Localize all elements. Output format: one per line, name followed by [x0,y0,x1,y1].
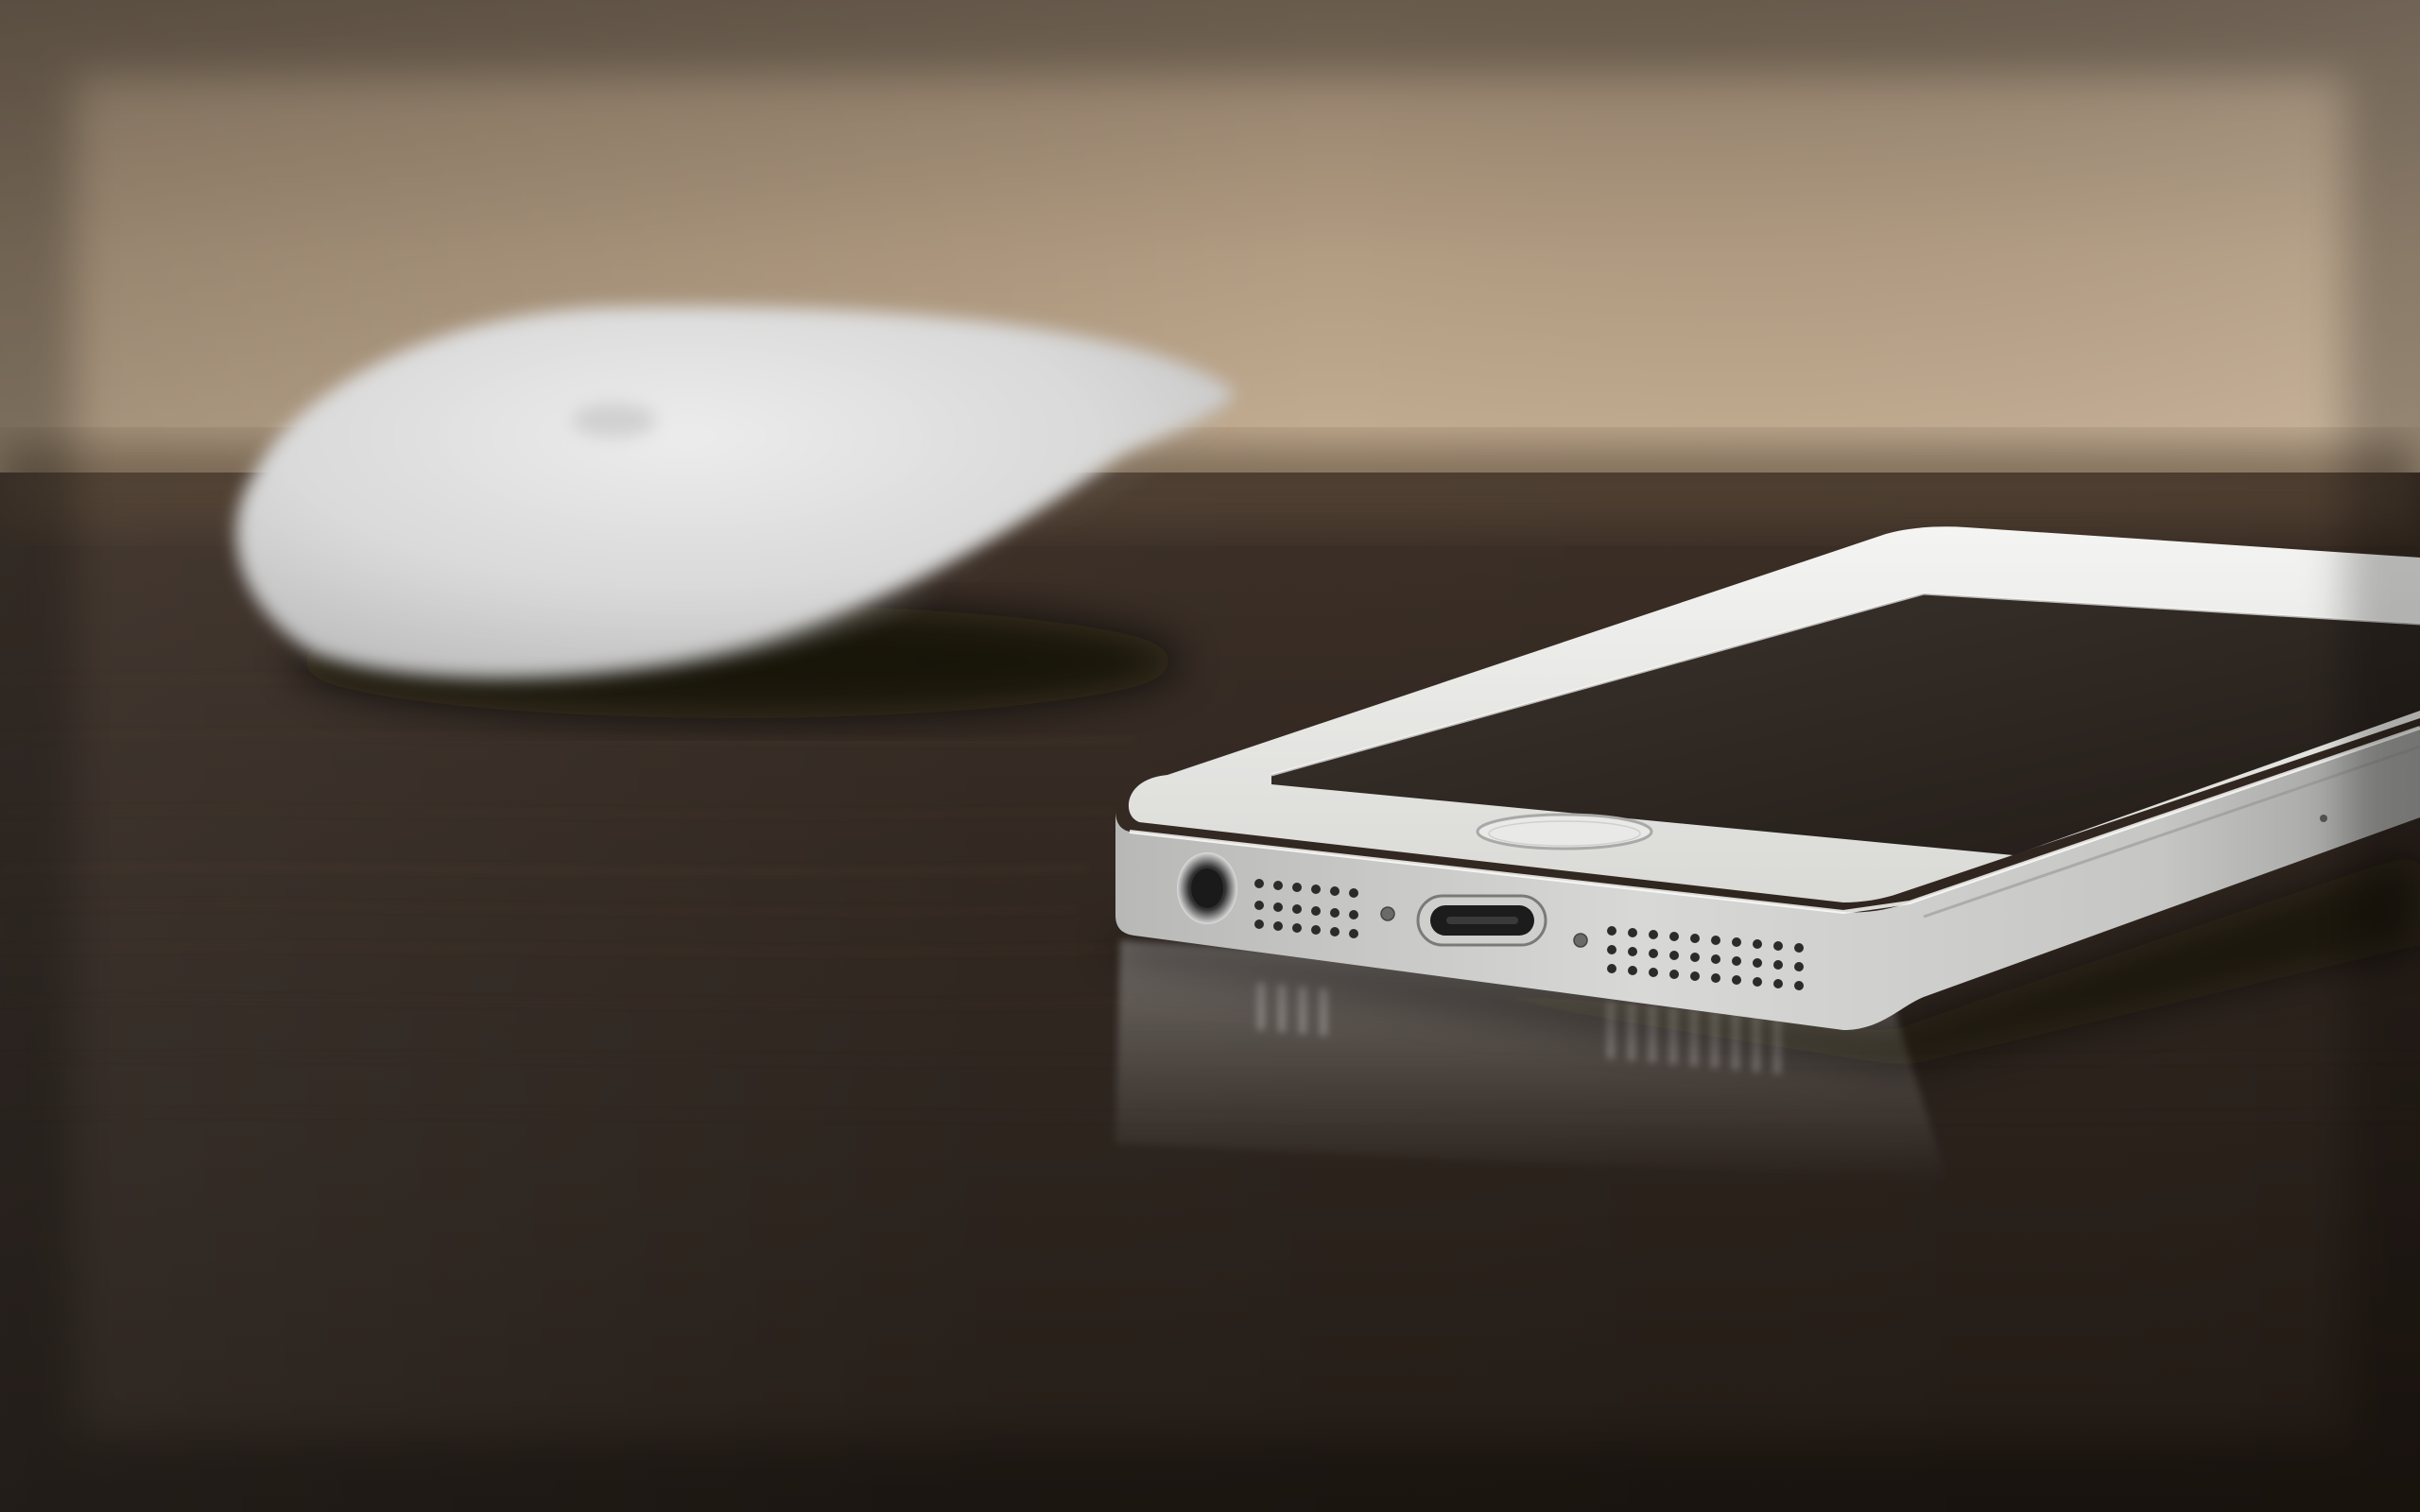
photo-scene [0,0,2420,1512]
home-button [1476,813,1653,850]
side-microphone [2320,815,2327,822]
screw-right [1573,933,1588,948]
screw-left [1380,906,1395,921]
photo-canvas [0,0,2420,1512]
